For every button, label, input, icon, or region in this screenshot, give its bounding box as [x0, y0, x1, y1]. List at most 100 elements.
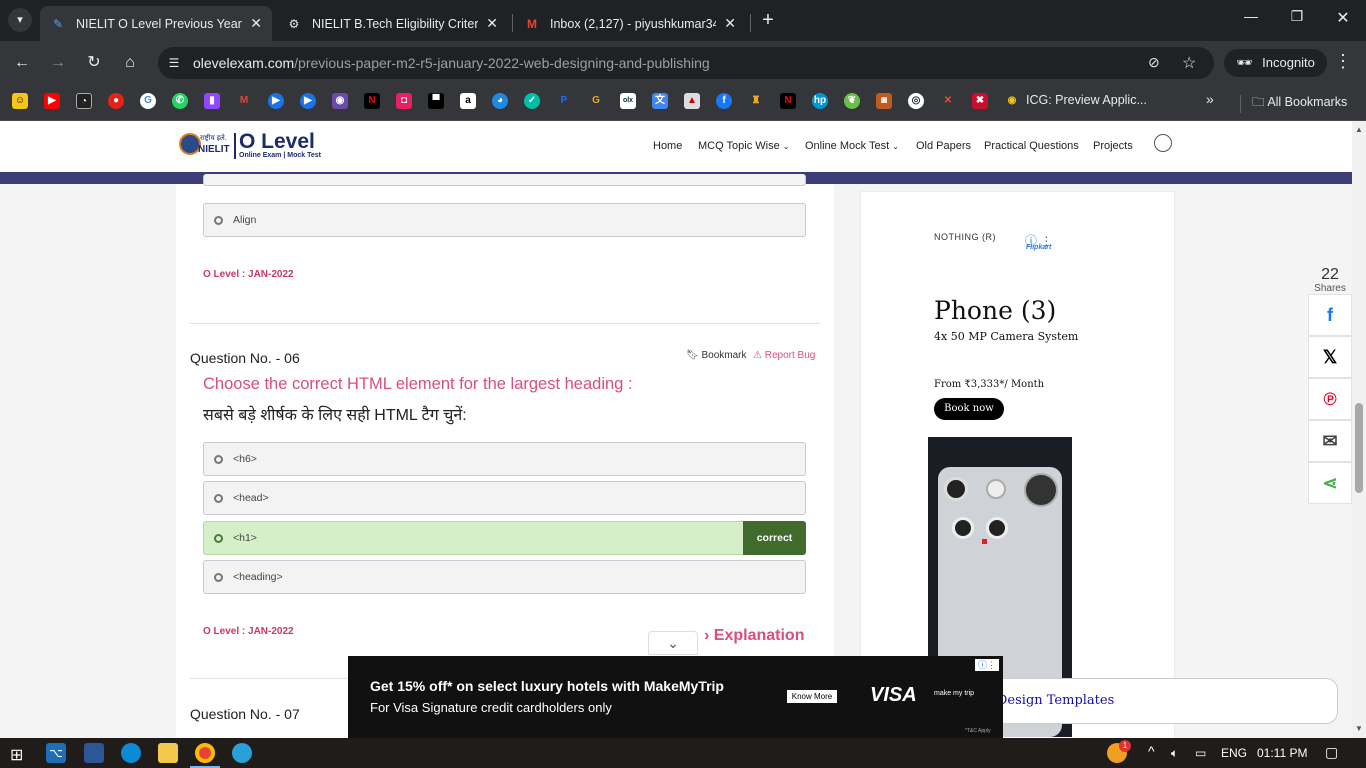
- seal-icon[interactable]: ◎: [908, 93, 924, 109]
- user-account-icon[interactable]: [1154, 134, 1172, 152]
- option-align[interactable]: Align: [203, 203, 806, 237]
- bookmark-icg[interactable]: ICG: Preview Applic...: [1026, 93, 1147, 107]
- url-text[interactable]: olevelexam.com/previous-paper-m2-r5-janu…: [193, 55, 710, 71]
- option-head[interactable]: <head>: [203, 481, 806, 515]
- network-icon[interactable]: ▭: [1195, 746, 1206, 760]
- translate-icon[interactable]: 文: [652, 93, 668, 109]
- browser-menu-icon[interactable]: ⋮: [1334, 51, 1352, 72]
- emblem-icon[interactable]: ♜: [748, 93, 764, 109]
- email-share-icon[interactable]: ✉: [1308, 420, 1352, 462]
- site-info-icon[interactable]: ☰: [166, 55, 182, 71]
- app-icon[interactable]: ✖: [972, 93, 988, 109]
- language-indicator[interactable]: ENG: [1221, 746, 1247, 760]
- ns-icon[interactable]: N: [780, 93, 796, 109]
- check-icon[interactable]: ✓: [524, 93, 540, 109]
- volume-icon[interactable]: 🔈︎: [1171, 746, 1178, 761]
- gmail-icon[interactable]: M: [236, 93, 252, 109]
- vscode-icon[interactable]: ⌥: [46, 743, 66, 763]
- close-window-icon[interactable]: ✕: [1328, 8, 1358, 28]
- close-tab-icon[interactable]: ✕: [724, 15, 736, 32]
- app-icon[interactable]: ▲: [684, 93, 700, 109]
- whatsapp-icon[interactable]: ✆: [172, 93, 188, 109]
- app-icon[interactable]: ▀: [428, 93, 444, 109]
- bookmarks-overflow-icon[interactable]: »: [1206, 91, 1214, 107]
- netflix-icon[interactable]: N: [364, 93, 380, 109]
- explanation-toggle[interactable]: › Explanation: [704, 627, 804, 645]
- app-icon[interactable]: ◘: [396, 93, 412, 109]
- option-heading[interactable]: <heading>: [203, 560, 806, 594]
- facebook-share-icon[interactable]: f: [1308, 294, 1352, 336]
- exam-tag[interactable]: O Level : JAN-2022: [203, 269, 294, 280]
- bookmark-star-icon[interactable]: ☆: [1182, 53, 1196, 73]
- scroll-down-icon[interactable]: ▼: [1355, 724, 1363, 733]
- twitch-icon[interactable]: ▮: [204, 93, 220, 109]
- google-icon[interactable]: G: [140, 93, 156, 109]
- back-icon[interactable]: ←: [10, 51, 34, 75]
- app-icon[interactable]: ◕: [492, 93, 508, 109]
- clock[interactable]: 01:11 PM: [1257, 746, 1307, 760]
- icg-icon[interactable]: ◉: [1004, 93, 1020, 109]
- option-h1[interactable]: <h1> correct: [203, 521, 806, 555]
- youtube-music-icon[interactable]: ●: [108, 93, 124, 109]
- paypal-icon[interactable]: P: [556, 93, 572, 109]
- pinterest-share-icon[interactable]: ℗: [1308, 378, 1352, 420]
- nav-old-papers[interactable]: Old Papers: [916, 140, 971, 152]
- nav-home[interactable]: Home: [653, 140, 682, 152]
- x-share-icon[interactable]: 𝕏: [1308, 336, 1352, 378]
- exam-tag[interactable]: O Level : JAN-2022: [203, 626, 294, 637]
- bookmark-icon[interactable]: ☺: [12, 93, 28, 109]
- close-tab-icon[interactable]: ✕: [250, 15, 262, 32]
- all-bookmarks-folder[interactable]: 🗀 All Bookmarks: [1252, 93, 1347, 114]
- hp-icon[interactable]: hp: [812, 93, 828, 109]
- tab-search-button[interactable]: ▾: [8, 8, 32, 32]
- leaf-icon[interactable]: ❦: [844, 93, 860, 109]
- address-bar[interactable]: ☰ olevelexam.com/previous-paper-m2-r5-ja…: [158, 47, 1214, 79]
- tab-btech[interactable]: ⚙ NIELIT B.Tech Eligibility Criteria ✕: [276, 6, 508, 41]
- amazon-icon[interactable]: a: [460, 93, 476, 109]
- play-icon[interactable]: ▶: [268, 93, 284, 109]
- forward-icon[interactable]: →: [46, 51, 70, 75]
- facebook-icon[interactable]: f: [716, 93, 732, 109]
- tray-expand-icon[interactable]: ^: [1148, 743, 1155, 759]
- app-icon[interactable]: ◙: [876, 93, 892, 109]
- collapse-ad-button[interactable]: ⌄: [648, 631, 698, 655]
- windows-start-icon[interactable]: ⊞: [10, 745, 23, 765]
- incognito-indicator[interactable]: 🕶 Incognito: [1224, 49, 1327, 77]
- ad-book-now-button[interactable]: Book now: [934, 398, 1004, 420]
- g-icon[interactable]: G: [588, 93, 604, 109]
- scrollbar-thumb[interactable]: [1355, 403, 1363, 493]
- nav-mcq-topic-wise[interactable]: MCQ Topic Wise ⌄: [698, 140, 789, 152]
- nav-online-mock-test[interactable]: Online Mock Test ⌄: [805, 140, 899, 152]
- page-scrollbar[interactable]: ▲ ▼: [1352, 121, 1366, 738]
- option-prev-hidden[interactable]: [203, 174, 806, 186]
- bottom-anchor-ad[interactable]: Get 15% off* on select luxury hotels wit…: [348, 656, 1003, 738]
- ad-know-more-button[interactable]: Know More: [787, 690, 837, 703]
- telegram-icon[interactable]: [232, 743, 252, 763]
- tab-gmail[interactable]: M Inbox (2,127) - piyushkumar346 ✕: [514, 6, 746, 41]
- reload-icon[interactable]: ↻: [82, 51, 106, 75]
- restore-icon[interactable]: ❐: [1282, 8, 1312, 25]
- x-icon[interactable]: ✕: [940, 93, 956, 109]
- option-h6[interactable]: <h6>: [203, 442, 806, 476]
- edge-icon[interactable]: [121, 743, 141, 763]
- speed-icon[interactable]: ◔: [76, 93, 92, 109]
- olx-icon[interactable]: olx: [620, 93, 636, 109]
- eye-off-icon[interactable]: ⊘: [1148, 54, 1160, 71]
- app-icon[interactable]: ◉: [332, 93, 348, 109]
- file-explorer-icon[interactable]: [158, 743, 178, 763]
- nav-practical-questions[interactable]: Practical Questions: [984, 140, 1079, 152]
- tab-olevel[interactable]: ✎ NIELIT O Level Previous Year Sol ✕: [40, 6, 272, 41]
- play-icon[interactable]: ▶: [300, 93, 316, 109]
- ad-choices-icon[interactable]: ⓘ⋮: [975, 659, 999, 671]
- share-icon[interactable]: ⋖: [1308, 462, 1352, 504]
- report-bug-button[interactable]: ⚠ Report Bug: [753, 350, 815, 361]
- minimize-icon[interactable]: —: [1236, 8, 1266, 24]
- action-center-icon[interactable]: ▢: [1325, 744, 1338, 761]
- document-icon[interactable]: [84, 743, 104, 763]
- scroll-up-icon[interactable]: ▲: [1355, 125, 1363, 134]
- nav-projects[interactable]: Projects: [1093, 140, 1133, 152]
- home-icon[interactable]: ⌂: [118, 51, 142, 75]
- close-tab-icon[interactable]: ✕: [486, 15, 498, 32]
- bookmark-button[interactable]: 🔖︎ Bookmark: [686, 350, 747, 361]
- new-tab-button[interactable]: +: [758, 8, 778, 32]
